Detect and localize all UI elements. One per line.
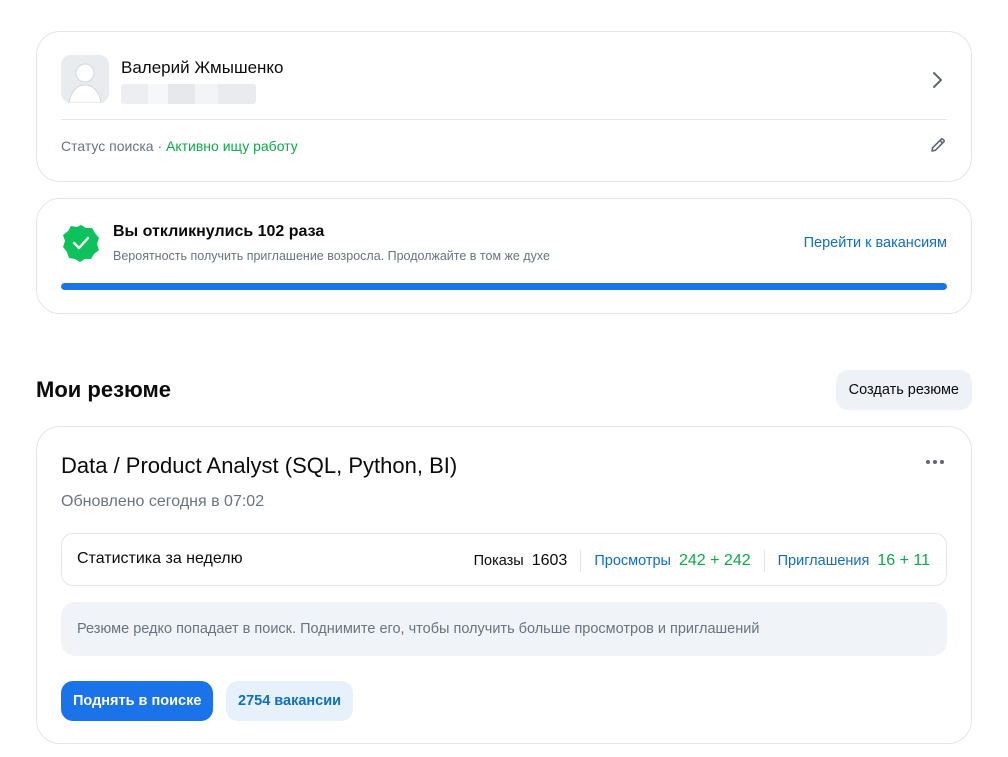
avatar-placeholder-icon bbox=[61, 55, 109, 103]
stat-invites[interactable]: Приглашения 16 + 11 bbox=[778, 552, 930, 570]
responses-card: Вы откликнулись 102 раза Вероятность пол… bbox=[36, 198, 972, 314]
stat-invites-value: 16 + 11 bbox=[877, 551, 930, 569]
go-to-vacancies-link[interactable]: Перейти к вакансиям bbox=[804, 235, 947, 251]
resume-title[interactable]: Data / Product Analyst (SQL, Python, BI) bbox=[61, 453, 457, 479]
my-resumes-title: Мои резюме bbox=[36, 377, 172, 402]
stat-shows-value: 1603 bbox=[531, 551, 568, 569]
chevron-right-icon[interactable] bbox=[929, 70, 945, 90]
stat-invites-label[interactable]: Приглашения bbox=[778, 553, 870, 569]
weekly-stats-label: Статистика за неделю bbox=[77, 550, 243, 567]
responses-title: Вы откликнулись 102 раза bbox=[113, 223, 325, 240]
stat-views-label[interactable]: Просмотры bbox=[594, 553, 671, 569]
divider bbox=[61, 119, 947, 120]
raise-in-search-button[interactable]: Поднять в поиске bbox=[61, 681, 214, 721]
responses-progress-bar bbox=[61, 283, 947, 290]
more-dots-icon[interactable] bbox=[925, 457, 945, 467]
vacancies-count-button[interactable]: 2754 вакансии bbox=[226, 681, 354, 721]
search-status-separator: · bbox=[157, 138, 163, 154]
avatar bbox=[61, 55, 109, 103]
stat-views-value: 242 + 242 bbox=[678, 551, 751, 569]
search-status: Статус поиска · Активно ищу работу bbox=[61, 138, 298, 154]
weekly-stats-values: Показы 1603 Просмотры 242 + 242 Приглаше… bbox=[474, 534, 930, 587]
pencil-icon[interactable] bbox=[929, 136, 947, 154]
responses-subtitle: Вероятность получить приглашение возросл… bbox=[113, 249, 550, 263]
stat-divider bbox=[580, 549, 582, 572]
stat-shows-label: Показы bbox=[473, 552, 524, 569]
resume-hint: Резюме редко попадает в поиск. Поднимите… bbox=[61, 602, 947, 656]
search-status-value: Активно ищу работу bbox=[166, 138, 298, 154]
stat-views[interactable]: Просмотры 242 + 242 bbox=[594, 552, 750, 570]
profile-name: Валерий Жмышенко bbox=[121, 58, 284, 77]
resume-updated: Обновлено сегодня в 07:02 bbox=[61, 493, 265, 510]
profile-subtitle-blurred bbox=[121, 84, 256, 104]
stat-divider bbox=[763, 549, 765, 572]
resume-card: Data / Product Analyst (SQL, Python, BI)… bbox=[36, 426, 972, 744]
search-status-label: Статус поиска bbox=[61, 138, 154, 154]
profile-card[interactable]: Валерий Жмышенко Статус поиска · Активно… bbox=[36, 31, 972, 182]
create-resume-button[interactable]: Создать резюме bbox=[835, 370, 972, 410]
check-badge-icon bbox=[63, 225, 99, 262]
responses-progress-fill bbox=[61, 283, 947, 290]
weekly-stats: Статистика за неделю Показы 1603 Просмот… bbox=[61, 533, 947, 586]
stat-shows: Показы 1603 bbox=[474, 552, 568, 570]
